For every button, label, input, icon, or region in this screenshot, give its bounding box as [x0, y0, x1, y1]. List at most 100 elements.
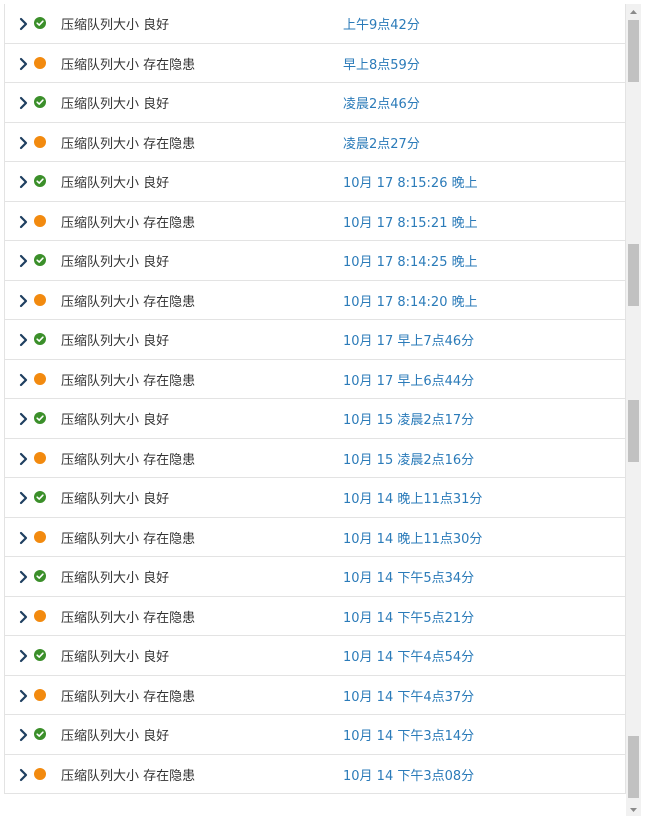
- event-time-link[interactable]: 10月 15 凌晨2点17分: [343, 409, 474, 428]
- warning-dot-icon: [34, 135, 46, 148]
- check-circle-icon: [34, 570, 46, 582]
- chevron-right-icon[interactable]: [19, 609, 29, 623]
- warning-dot-icon: [34, 688, 46, 701]
- scrollbar-thumb[interactable]: [628, 20, 639, 82]
- chevron-right-icon[interactable]: [19, 490, 29, 505]
- event-time-link[interactable]: 10月 14 晚上11点31分: [343, 488, 482, 507]
- event-name: 压缩队列大小 良好: [61, 492, 170, 507]
- chevron-right-icon[interactable]: [19, 372, 29, 386]
- chevron-right-icon[interactable]: [19, 135, 29, 149]
- list-item[interactable]: 压缩队列大小 良好 10月 14 下午3点14分: [5, 715, 625, 755]
- list-item[interactable]: 压缩队列大小 存在隐患 10月 17 早上6点44分: [5, 360, 625, 399]
- check-circle-icon: [34, 649, 46, 661]
- event-name: 压缩队列大小 良好: [61, 255, 170, 270]
- scroll-up-arrow-icon[interactable]: [626, 4, 641, 18]
- chevron-right-icon[interactable]: [19, 688, 29, 702]
- event-time-link[interactable]: 10月 17 早上6点44分: [343, 370, 474, 389]
- chevron-right-icon[interactable]: [19, 530, 29, 544]
- chevron-right-icon[interactable]: [19, 174, 29, 189]
- list-item[interactable]: 压缩队列大小 良好 10月 15 凌晨2点17分: [5, 399, 625, 439]
- event-name: 压缩队列大小 存在隐患: [61, 294, 196, 310]
- event-name: 压缩队列大小 良好: [61, 413, 170, 428]
- event-time-link[interactable]: 10月 14 下午4点54分: [343, 646, 474, 665]
- list-item[interactable]: 压缩队列大小 良好 凌晨2点46分: [5, 83, 625, 123]
- chevron-right-icon[interactable]: [19, 411, 29, 426]
- event-time-link[interactable]: 10月 17 8:15:26 晚上: [343, 172, 478, 191]
- warning-dot-icon: [34, 767, 46, 780]
- chevron-right-icon[interactable]: [19, 293, 29, 307]
- chevron-right-icon[interactable]: [19, 767, 29, 781]
- list-item[interactable]: 压缩队列大小 良好 10月 14 下午5点34分: [5, 557, 625, 597]
- chevron-right-icon[interactable]: [19, 727, 29, 742]
- scrollbar-thumb[interactable]: [628, 400, 639, 462]
- list-item[interactable]: 压缩队列大小 存在隐患 10月 14 晚上11点30分: [5, 518, 625, 557]
- chevron-right-icon[interactable]: [19, 95, 29, 110]
- event-time-link[interactable]: 10月 14 下午5点34分: [343, 567, 474, 586]
- event-history-panel: 压缩队列大小 良好 上午9点42分 压缩队列大小 存在隐患 早上8点59分 压缩队列大小…: [0, 0, 650, 820]
- list-item[interactable]: 压缩队列大小 存在隐患 10月 14 下午5点21分: [5, 597, 625, 636]
- event-time-link[interactable]: 10月 14 下午4点37分: [343, 686, 474, 705]
- chevron-right-icon[interactable]: [19, 253, 29, 268]
- list-item[interactable]: 压缩队列大小 存在隐患 10月 15 凌晨2点16分: [5, 439, 625, 478]
- event-time-link[interactable]: 10月 17 早上7点46分: [343, 330, 474, 349]
- event-name: 压缩队列大小 存在隐患: [61, 689, 196, 705]
- chevron-right-icon[interactable]: [19, 16, 29, 31]
- event-list: 压缩队列大小 良好 上午9点42分 压缩队列大小 存在隐患 早上8点59分 压缩队列大小…: [4, 4, 626, 794]
- list-item[interactable]: 压缩队列大小 良好 上午9点42分: [5, 4, 625, 44]
- chevron-right-icon[interactable]: [19, 332, 29, 347]
- event-time-link[interactable]: 10月 17 8:14:25 晚上: [343, 251, 478, 270]
- chevron-right-icon[interactable]: [19, 214, 29, 228]
- event-time-link[interactable]: 10月 15 凌晨2点16分: [343, 449, 474, 468]
- list-item[interactable]: 压缩队列大小 良好 10月 17 8:14:25 晚上: [5, 241, 625, 281]
- event-time-link[interactable]: 凌晨2点27分: [343, 133, 420, 152]
- event-time-link[interactable]: 10月 14 下午3点14分: [343, 725, 474, 744]
- check-circle-icon: [34, 728, 46, 740]
- event-name: 压缩队列大小 存在隐患: [61, 136, 196, 152]
- event-time-link[interactable]: 上午9点42分: [343, 14, 420, 33]
- event-name: 压缩队列大小 存在隐患: [61, 768, 196, 784]
- chevron-right-icon[interactable]: [19, 648, 29, 663]
- event-time-link[interactable]: 10月 14 晚上11点30分: [343, 528, 482, 547]
- event-name: 压缩队列大小 存在隐患: [61, 215, 196, 231]
- chevron-right-icon[interactable]: [19, 56, 29, 70]
- check-circle-icon: [34, 333, 46, 345]
- warning-dot-icon: [34, 609, 46, 622]
- event-time-link[interactable]: 10月 17 8:15:21 晚上: [343, 212, 478, 231]
- list-item[interactable]: 压缩队列大小 存在隐患 凌晨2点27分: [5, 123, 625, 162]
- chevron-right-icon[interactable]: [19, 451, 29, 465]
- list-item[interactable]: 压缩队列大小 存在隐患 10月 17 8:15:21 晚上: [5, 202, 625, 241]
- event-name: 压缩队列大小 良好: [61, 729, 170, 744]
- scrollbar-thumb[interactable]: [628, 736, 639, 798]
- chevron-right-icon[interactable]: [19, 569, 29, 584]
- event-time-link[interactable]: 10月 14 下午3点08分: [343, 765, 474, 784]
- warning-dot-icon: [34, 293, 46, 306]
- check-circle-icon: [34, 17, 46, 29]
- event-name: 压缩队列大小 存在隐患: [61, 610, 196, 626]
- check-circle-icon: [34, 254, 46, 266]
- list-item[interactable]: 压缩队列大小 存在隐患 10月 17 8:14:20 晚上: [5, 281, 625, 320]
- event-name: 压缩队列大小 存在隐患: [61, 531, 196, 547]
- scrollbar-thumb[interactable]: [628, 244, 639, 306]
- warning-dot-icon: [34, 451, 46, 464]
- list-item[interactable]: 压缩队列大小 良好 10月 14 晚上11点31分: [5, 478, 625, 518]
- scroll-down-arrow-icon[interactable]: [626, 802, 641, 816]
- warning-dot-icon: [34, 372, 46, 385]
- event-name: 压缩队列大小 良好: [61, 650, 170, 665]
- event-time-link[interactable]: 凌晨2点46分: [343, 93, 420, 112]
- check-circle-icon: [34, 491, 46, 503]
- check-circle-icon: [34, 412, 46, 424]
- list-item[interactable]: 压缩队列大小 存在隐患 早上8点59分: [5, 44, 625, 83]
- event-time-link[interactable]: 10月 14 下午5点21分: [343, 607, 474, 626]
- list-item[interactable]: 压缩队列大小 存在隐患 10月 14 下午4点37分: [5, 676, 625, 715]
- list-item[interactable]: 压缩队列大小 良好 10月 17 8:15:26 晚上: [5, 162, 625, 202]
- vertical-scrollbar[interactable]: [626, 4, 641, 816]
- list-item[interactable]: 压缩队列大小 存在隐患 10月 14 下午3点08分: [5, 755, 625, 794]
- event-time-link[interactable]: 早上8点59分: [343, 54, 420, 73]
- check-circle-icon: [34, 175, 46, 187]
- event-name: 压缩队列大小 存在隐患: [61, 373, 196, 389]
- event-name: 压缩队列大小 良好: [61, 334, 170, 349]
- warning-dot-icon: [34, 214, 46, 227]
- event-time-link[interactable]: 10月 17 8:14:20 晚上: [343, 291, 478, 310]
- list-item[interactable]: 压缩队列大小 良好 10月 17 早上7点46分: [5, 320, 625, 360]
- list-item[interactable]: 压缩队列大小 良好 10月 14 下午4点54分: [5, 636, 625, 676]
